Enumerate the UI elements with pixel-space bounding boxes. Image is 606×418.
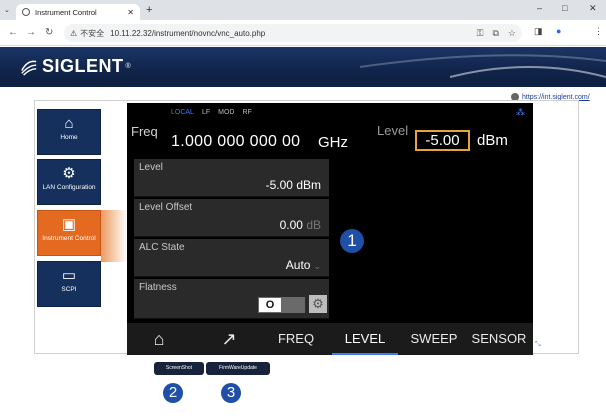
- callout-2: 2: [163, 383, 183, 403]
- status-bar: LOCAL LF MOD RF: [171, 109, 252, 116]
- menu-freq[interactable]: FREQ: [265, 323, 327, 355]
- param-level[interactable]: Level -5.00 dBm: [134, 159, 329, 197]
- header-swoosh-decoration: [359, 54, 606, 78]
- tab-close-icon[interactable]: ✕: [127, 8, 134, 17]
- terminal-icon: ▭: [61, 267, 77, 284]
- reload-icon[interactable]: ↻: [45, 27, 53, 38]
- tab-favicon-icon: [22, 8, 30, 16]
- maximize-icon[interactable]: □: [562, 3, 567, 13]
- param-level-offset[interactable]: Level Offset 0.00 dB: [134, 199, 329, 237]
- nav-lan-configuration[interactable]: ⚙ LAN Configuration: [37, 159, 101, 205]
- insecure-label: 不安全: [80, 28, 105, 38]
- back-icon[interactable]: ←: [8, 27, 18, 38]
- browser-tab[interactable]: Instrument Control ✕: [16, 4, 140, 20]
- status-local: LOCAL: [171, 109, 194, 116]
- nav-home[interactable]: ⌂ Home: [37, 109, 101, 155]
- logo-registered-mark: ®: [125, 63, 132, 70]
- instrument-icon: ▣: [61, 216, 77, 233]
- warning-icon: ⚠: [70, 28, 78, 38]
- logo-text: SIGLENT: [42, 56, 124, 76]
- freq-label: Freq: [131, 124, 158, 139]
- tab-title: Instrument Control: [35, 7, 97, 17]
- nav-scpi[interactable]: ▭ SCPI: [37, 261, 101, 307]
- translate-icon[interactable]: ⧉: [492, 28, 498, 39]
- freq-value[interactable]: 1.000 000 000 00: [171, 133, 300, 151]
- siglent-logo-icon: [21, 60, 37, 76]
- param-offset-label: Level Offset: [139, 202, 193, 213]
- param-alc-value: Auto: [285, 258, 311, 272]
- param-level-label: Level: [139, 162, 163, 173]
- home-icon: ⌂: [64, 115, 74, 132]
- network-icon: ⁂: [516, 107, 525, 117]
- param-level-unit: dBm: [296, 178, 321, 192]
- new-tab-icon[interactable]: +: [146, 4, 152, 16]
- param-offset-value: 0.00: [279, 218, 303, 232]
- siglent-logo: SIGLENT ®: [20, 56, 131, 77]
- menu-sweep[interactable]: SWEEP: [403, 323, 465, 355]
- callout-1: 1: [340, 229, 364, 253]
- menu-sensor[interactable]: SENSOR: [468, 323, 530, 355]
- level-unit: dBm: [477, 132, 508, 149]
- param-level-value: -5.00: [265, 178, 293, 192]
- browser-tab-bar: ⌄ Instrument Control ✕ + – □ ✕: [0, 0, 606, 20]
- browser-menu-icon[interactable]: ⋮: [594, 26, 603, 37]
- address-bar: ← → ↻ ⚠ 不安全 10.11.22.32/instrument/novnc…: [0, 20, 606, 46]
- nav-instrument-control[interactable]: ▣ Instrument Control: [37, 210, 101, 256]
- nav-instrument-label: Instrument Control: [42, 235, 96, 242]
- status-lf: LF: [201, 109, 211, 116]
- nav-lan-label: LAN Configuration: [42, 184, 96, 191]
- chevron-down-icon: ⌄: [313, 261, 321, 271]
- window-close-icon[interactable]: ✕: [589, 3, 597, 14]
- password-key-icon[interactable]: ⚿: [477, 28, 484, 39]
- param-offset-unit: dB: [306, 218, 321, 232]
- home-softkey-icon[interactable]: ⌂: [135, 323, 183, 355]
- level-label: Level: [377, 123, 409, 138]
- param-alc-label: ALC State: [139, 242, 185, 253]
- active-nav-pointer: [101, 210, 127, 262]
- instrument-screen[interactable]: LOCAL LF MOD RF ⁂ Freq 1.000 000 000 00 …: [127, 103, 533, 355]
- url-text: 10.11.22.32/instrument/novnc/vnc_auto.ph…: [110, 28, 266, 38]
- nav-home-label: Home: [60, 134, 78, 141]
- menu-level[interactable]: LEVEL: [332, 323, 398, 355]
- url-input[interactable]: ⚠ 不安全 10.11.22.32/instrument/novnc/vnc_a…: [64, 24, 522, 42]
- softkey-menu: ⌂ ↗ FREQ LEVEL SWEEP SENSOR: [127, 323, 533, 355]
- nav-scpi-label: SCPI: [61, 286, 77, 293]
- param-alc-state[interactable]: ALC State Auto ⌄: [134, 239, 329, 277]
- status-mod: MOD: [218, 109, 235, 116]
- param-flatness-label: Flatness: [139, 282, 177, 293]
- freq-unit: GHz: [318, 134, 348, 151]
- bookmark-star-icon[interactable]: ☆: [508, 28, 516, 39]
- gear-icon: ⚙: [62, 165, 76, 182]
- firmware-update-button[interactable]: FirmWareUpdate: [206, 362, 270, 375]
- return-arrow-icon[interactable]: ↗: [205, 323, 253, 355]
- flatness-settings-icon[interactable]: ⚙: [309, 295, 327, 313]
- siglent-header: SIGLENT ®: [0, 47, 606, 87]
- profile-icon[interactable]: ●: [556, 26, 561, 36]
- callout-3: 3: [221, 383, 241, 403]
- sidepanel-icon[interactable]: ◨: [534, 26, 543, 37]
- status-rf: RF: [242, 109, 252, 116]
- screenshot-button[interactable]: ScreenShot: [154, 362, 204, 375]
- param-flatness[interactable]: Flatness O ⚙: [134, 279, 329, 319]
- toggle-knob: O: [259, 298, 281, 312]
- forward-icon[interactable]: →: [26, 27, 36, 38]
- fullscreen-icon[interactable]: ⤡: [535, 341, 541, 349]
- flatness-toggle[interactable]: O: [258, 297, 305, 313]
- level-input[interactable]: -5.00: [415, 130, 470, 151]
- tab-search-icon[interactable]: ⌄: [4, 6, 10, 14]
- minimize-icon[interactable]: –: [537, 3, 542, 13]
